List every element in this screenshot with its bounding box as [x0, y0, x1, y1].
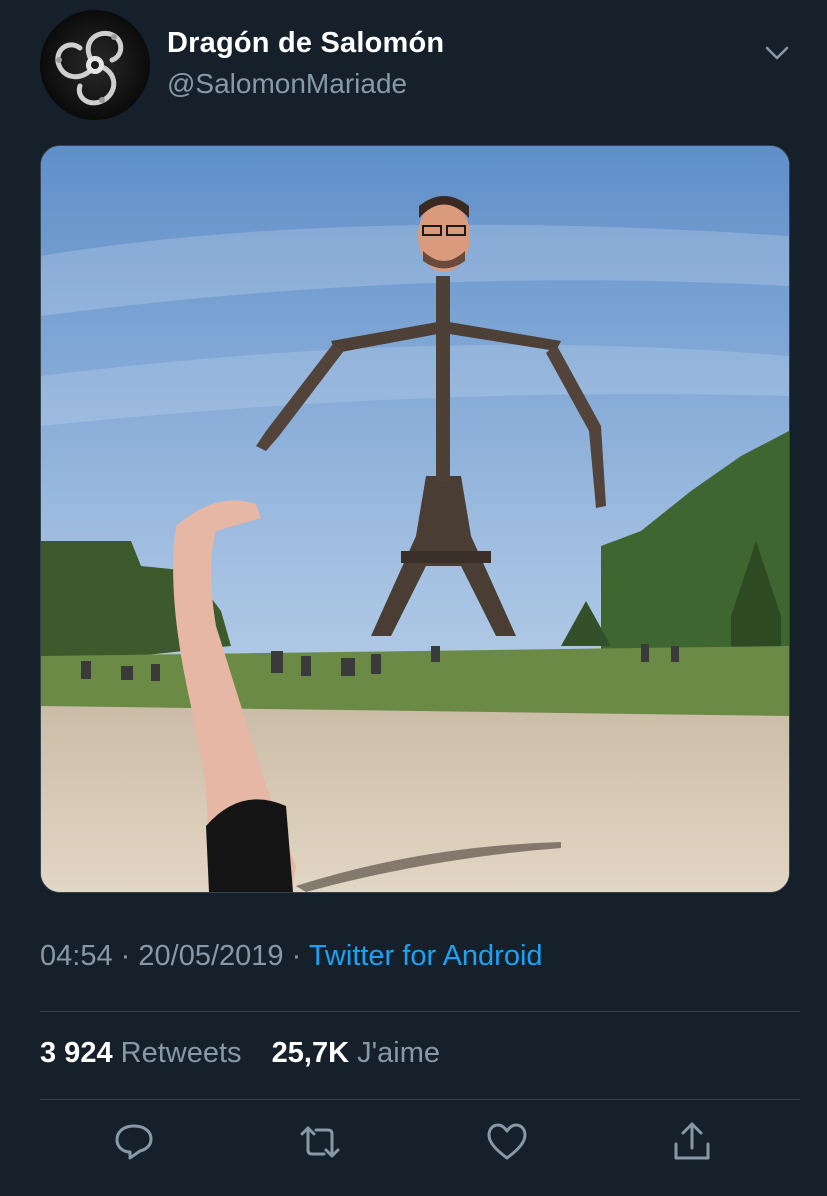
- reply-icon[interactable]: [112, 1120, 156, 1164]
- heart-icon[interactable]: [485, 1120, 529, 1164]
- display-name[interactable]: Dragón de Salomón: [167, 27, 444, 60]
- divider: [40, 1011, 800, 1012]
- tweet-time: 04:54: [40, 940, 113, 972]
- tweet-photo[interactable]: [40, 145, 790, 893]
- user-handle[interactable]: @SalomonMariade: [167, 68, 407, 100]
- tweet-header: Dragón de Salomón @SalomonMariade: [40, 10, 800, 120]
- avatar[interactable]: [40, 10, 150, 120]
- retweet-label[interactable]: Retweets: [121, 1037, 242, 1069]
- meta-separator: ·: [120, 940, 131, 972]
- tweet-stats: 3 924 Retweets 25,7K J'aime: [40, 1037, 440, 1070]
- retweet-icon[interactable]: [298, 1120, 342, 1164]
- triskelion-logo: [55, 30, 124, 106]
- chevron-down-icon[interactable]: [762, 38, 792, 68]
- divider: [40, 1099, 800, 1100]
- tweet-source-link[interactable]: Twitter for Android: [309, 940, 543, 972]
- tweet-date: 20/05/2019: [138, 940, 284, 972]
- eiffel-tower-photo: [41, 146, 789, 892]
- like-count[interactable]: 25,7K: [272, 1037, 349, 1069]
- retweet-count[interactable]: 3 924: [40, 1037, 113, 1069]
- meta-separator: ·: [291, 940, 302, 972]
- like-label[interactable]: J'aime: [357, 1037, 440, 1069]
- share-icon[interactable]: [670, 1120, 714, 1164]
- tweet-meta: 04:54 · 20/05/2019 · Twitter for Android: [40, 940, 543, 973]
